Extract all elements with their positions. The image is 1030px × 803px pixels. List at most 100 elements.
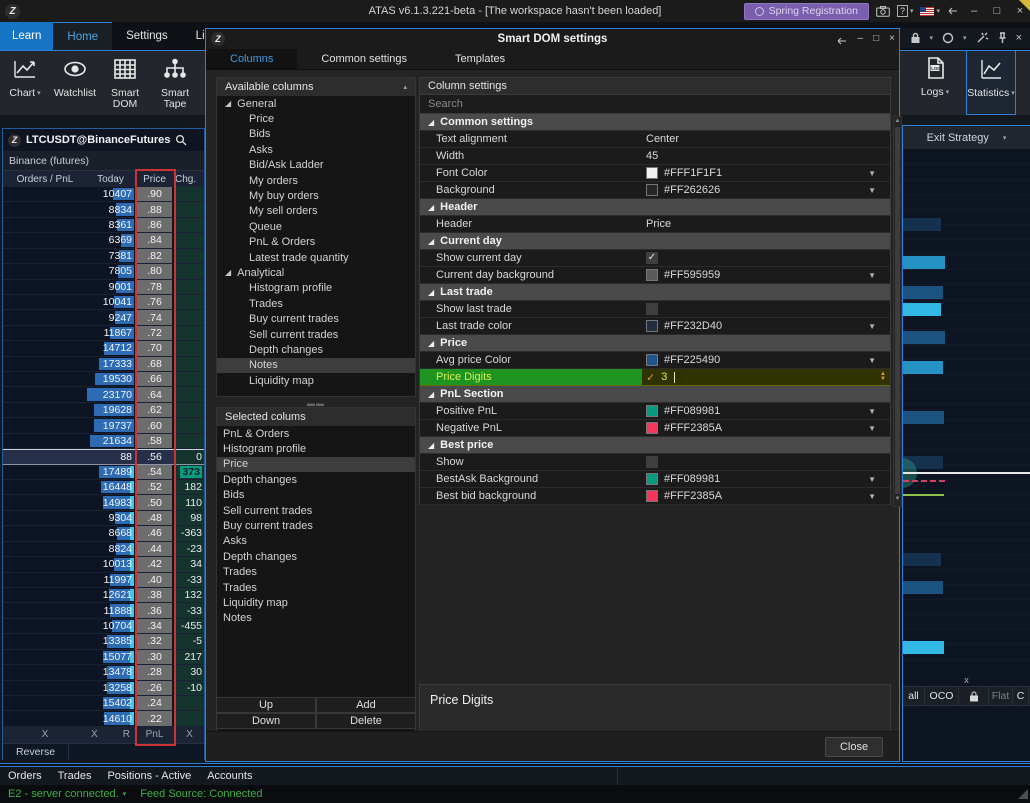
expand-arrow-icon[interactable]: ◢ xyxy=(428,203,434,212)
selected-item[interactable]: Histogram profile xyxy=(217,441,415,456)
property-value[interactable]: ✓ xyxy=(642,250,890,266)
property-row[interactable]: Font Color#FFF1F1F1▼ xyxy=(420,165,890,182)
property-value[interactable] xyxy=(642,454,890,470)
tree-item[interactable]: Buy current trades xyxy=(217,311,415,326)
tree-item[interactable]: Sell current trades xyxy=(217,327,415,342)
section-header[interactable]: ◢Price xyxy=(420,335,890,352)
tree-item[interactable]: Queue xyxy=(217,219,415,234)
dom-row[interactable]: 14610.22 xyxy=(3,711,204,726)
resize-grip[interactable] xyxy=(1018,789,1028,799)
selected-item[interactable]: Depth changes xyxy=(217,472,415,487)
add-button[interactable]: Add xyxy=(316,697,416,713)
chart-footer-x[interactable]: x xyxy=(903,674,1030,686)
bottom-tab-positions-active[interactable]: Positions - Active xyxy=(107,770,191,782)
dom-row[interactable]: 7381.82 xyxy=(3,249,204,264)
dom-row[interactable]: 8824.44-23 xyxy=(3,542,204,557)
dom-row[interactable]: 16448.52182 xyxy=(3,480,204,495)
tree-group-general[interactable]: ◢General xyxy=(217,96,415,111)
property-row[interactable]: Negative PnL#FFF2385A▼ xyxy=(420,420,890,437)
tree-item[interactable]: Asks xyxy=(217,142,415,157)
tree-item[interactable]: Bids xyxy=(217,127,415,142)
property-row[interactable]: HeaderPrice xyxy=(420,216,890,233)
checkbox-unchecked[interactable] xyxy=(646,303,658,315)
dom-row[interactable]: 17333.68 xyxy=(3,357,204,372)
delete-button[interactable]: Delete xyxy=(316,713,416,729)
checkbox-unchecked[interactable] xyxy=(646,456,658,468)
property-value[interactable]: #FF595959▼ xyxy=(642,267,890,283)
selected-item[interactable]: Notes xyxy=(217,611,415,626)
selected-item[interactable]: Depth changes xyxy=(217,549,415,564)
tree-item[interactable]: Liquidity map xyxy=(217,373,415,388)
section-header[interactable]: ◢Current day xyxy=(420,233,890,250)
property-value[interactable]: #FFF2385A▼ xyxy=(642,420,890,436)
scroll-thumb[interactable] xyxy=(895,127,900,494)
footer-x[interactable]: X xyxy=(175,729,204,740)
bottom-tab-orders[interactable]: Orders xyxy=(8,770,42,782)
tree-item[interactable]: Histogram profile xyxy=(217,281,415,296)
chevron-down-icon[interactable]: ▼ xyxy=(868,271,876,280)
chevron-down-icon[interactable]: ▼ xyxy=(868,322,876,331)
dom-row[interactable]: 21634.58 xyxy=(3,434,204,449)
dom-row[interactable]: 23170.64 xyxy=(3,387,204,402)
toolbar-item-logs[interactable]: LOGLogs▾ xyxy=(910,50,960,115)
tree-item[interactable]: My sell orders xyxy=(217,204,415,219)
property-row[interactable]: Show xyxy=(420,454,890,471)
dom-row[interactable]: 8668.46-363 xyxy=(3,526,204,541)
tree-item[interactable]: Latest trade quantity xyxy=(217,250,415,265)
property-value[interactable]: #FF089981▼ xyxy=(642,471,890,487)
help-menu-button[interactable]: ?▾ xyxy=(897,5,914,17)
tree-item[interactable]: PnL & Orders xyxy=(217,235,415,250)
expand-arrow-icon[interactable]: ◢ xyxy=(428,288,434,297)
expand-arrow-icon[interactable]: ◢ xyxy=(428,339,434,348)
down-button[interactable]: Down xyxy=(216,713,316,729)
tree-item[interactable]: My buy orders xyxy=(217,188,415,203)
toolbar-item-smart-dom[interactable]: Smart DOM xyxy=(100,51,150,115)
scroll-up-icon[interactable]: ▲ xyxy=(894,117,901,126)
dom-row[interactable]: 13478.2830 xyxy=(3,665,204,680)
chevron-down-icon[interactable]: ▼ xyxy=(868,407,876,416)
flat-button[interactable]: Flat xyxy=(989,687,1013,705)
chevron-down-icon[interactable]: ▼ xyxy=(868,475,876,484)
property-row[interactable]: Background#FF262626▼ xyxy=(420,182,890,199)
maximize-button[interactable]: □ xyxy=(989,5,1005,17)
property-row[interactable]: Current day background#FF595959▼ xyxy=(420,267,890,284)
selected-item[interactable]: Sell current trades xyxy=(217,503,415,518)
chevron-down-icon[interactable]: ▾ xyxy=(963,34,967,42)
dom-row[interactable]: 15402.24 xyxy=(3,696,204,711)
settings-search-input[interactable]: Search xyxy=(419,95,891,114)
selected-item[interactable]: Trades xyxy=(217,580,415,595)
minimize-icon[interactable]: – xyxy=(858,33,864,46)
tree-item[interactable]: My orders xyxy=(217,173,415,188)
toolbar-item-smart-tape[interactable]: Smart Tape xyxy=(150,51,200,115)
toolbar-item-watchlist[interactable]: Watchlist xyxy=(50,51,100,115)
up-button[interactable]: Up xyxy=(216,697,316,713)
close-icon[interactable]: × xyxy=(1016,32,1022,44)
dom-row[interactable]: 11997.40-33 xyxy=(3,573,204,588)
property-value[interactable]: #FFF2385A▼ xyxy=(642,488,890,504)
dom-row[interactable]: 7805.80 xyxy=(3,264,204,279)
property-value[interactable]: Price xyxy=(642,216,890,232)
server-status[interactable]: E2 - server connected.▾ xyxy=(8,788,126,800)
dom-row[interactable]: 14983.50110 xyxy=(3,495,204,510)
strategy-wand-icon[interactable] xyxy=(976,32,989,44)
section-header[interactable]: ◢PnL Section xyxy=(420,386,890,403)
property-row[interactable]: Best bid background#FFF2385A▼ xyxy=(420,488,890,505)
expand-arrow-icon[interactable]: ◢ xyxy=(225,268,231,277)
dom-row[interactable]: 11867.72 xyxy=(3,326,204,341)
footer-pnl[interactable]: PnL xyxy=(134,729,175,740)
lock-button[interactable] xyxy=(959,687,989,705)
all-button[interactable]: all xyxy=(903,687,925,705)
section-header[interactable]: ◢Best price xyxy=(420,437,890,454)
scroll-down-icon[interactable]: ▼ xyxy=(894,495,901,504)
chevron-down-icon[interactable]: ▼ xyxy=(868,356,876,365)
dom-row[interactable]: 10013.4234 xyxy=(3,557,204,572)
dom-row[interactable]: 13258.26-10 xyxy=(3,681,204,696)
property-row[interactable]: Avg price Color#FF225490▼ xyxy=(420,352,890,369)
selected-item[interactable]: Price xyxy=(217,457,415,472)
dom-row[interactable]: 17489.54373 xyxy=(3,465,204,480)
tab-learn[interactable]: Learn xyxy=(0,22,53,50)
tree-item[interactable]: Depth changes xyxy=(217,342,415,357)
bottom-tab-accounts[interactable]: Accounts xyxy=(207,770,252,782)
dom-row[interactable]: 9247.74 xyxy=(3,310,204,325)
pin-window-button[interactable] xyxy=(947,6,959,16)
